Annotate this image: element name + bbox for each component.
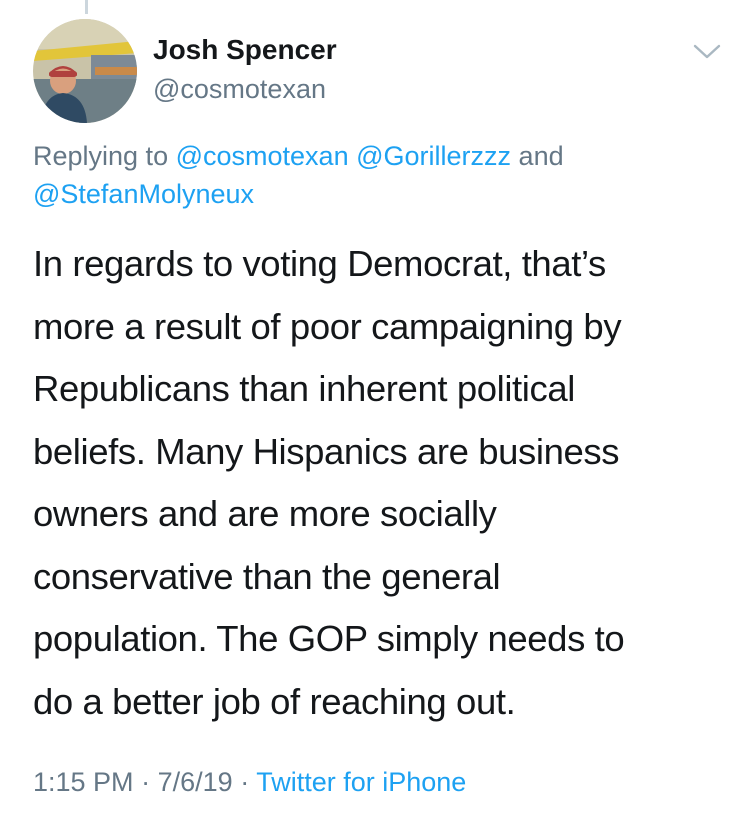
tweet-text-line: In regards to voting Democrat, that’s xyxy=(33,243,606,284)
avatar[interactable] xyxy=(33,19,137,123)
author-handle[interactable]: @cosmotexan xyxy=(153,74,326,105)
mention-link[interactable]: @cosmotexan xyxy=(176,141,349,171)
tweet-text-line: more a result of poor campaigning by xyxy=(33,305,622,347)
reply-context: Replying to @cosmotexan @Gorillerzzz and… xyxy=(33,137,723,213)
tweet-meta: 1:15 PM · 7/6/19 · Twitter for iPhone xyxy=(33,767,466,798)
tweet-text: In regards to voting Democrat, that’s mo… xyxy=(33,233,733,733)
tweet-text-line: Republicans than inherent political xyxy=(33,368,575,409)
tweet-date: 7/6/19 xyxy=(157,767,233,797)
chevron-down-icon[interactable] xyxy=(692,40,722,62)
replying-to-label: Replying to xyxy=(33,141,169,171)
tweet-text-line: do a better job of reaching out. xyxy=(33,680,516,722)
tweet-text-line: population. The GOP simply needs to xyxy=(33,618,625,659)
thread-connector-line xyxy=(85,0,88,14)
tweet-text-line: conservative than the general xyxy=(33,555,501,597)
tweet-source-link[interactable]: Twitter for iPhone xyxy=(256,767,466,797)
avatar-photo xyxy=(33,19,137,123)
meta-separator: · xyxy=(141,767,151,797)
tweet-text-line: owners and are more socially xyxy=(33,493,497,534)
tweet-time: 1:15 PM xyxy=(33,767,134,797)
conjunction-label: and xyxy=(518,141,564,171)
mention-link[interactable]: @Gorillerzzz xyxy=(356,141,511,171)
tweet-text-line: beliefs. Many Hispanics are business xyxy=(33,430,620,472)
meta-separator: · xyxy=(240,767,250,797)
author-name[interactable]: Josh Spencer xyxy=(153,34,337,66)
mention-link[interactable]: @StefanMolyneux xyxy=(33,179,254,209)
